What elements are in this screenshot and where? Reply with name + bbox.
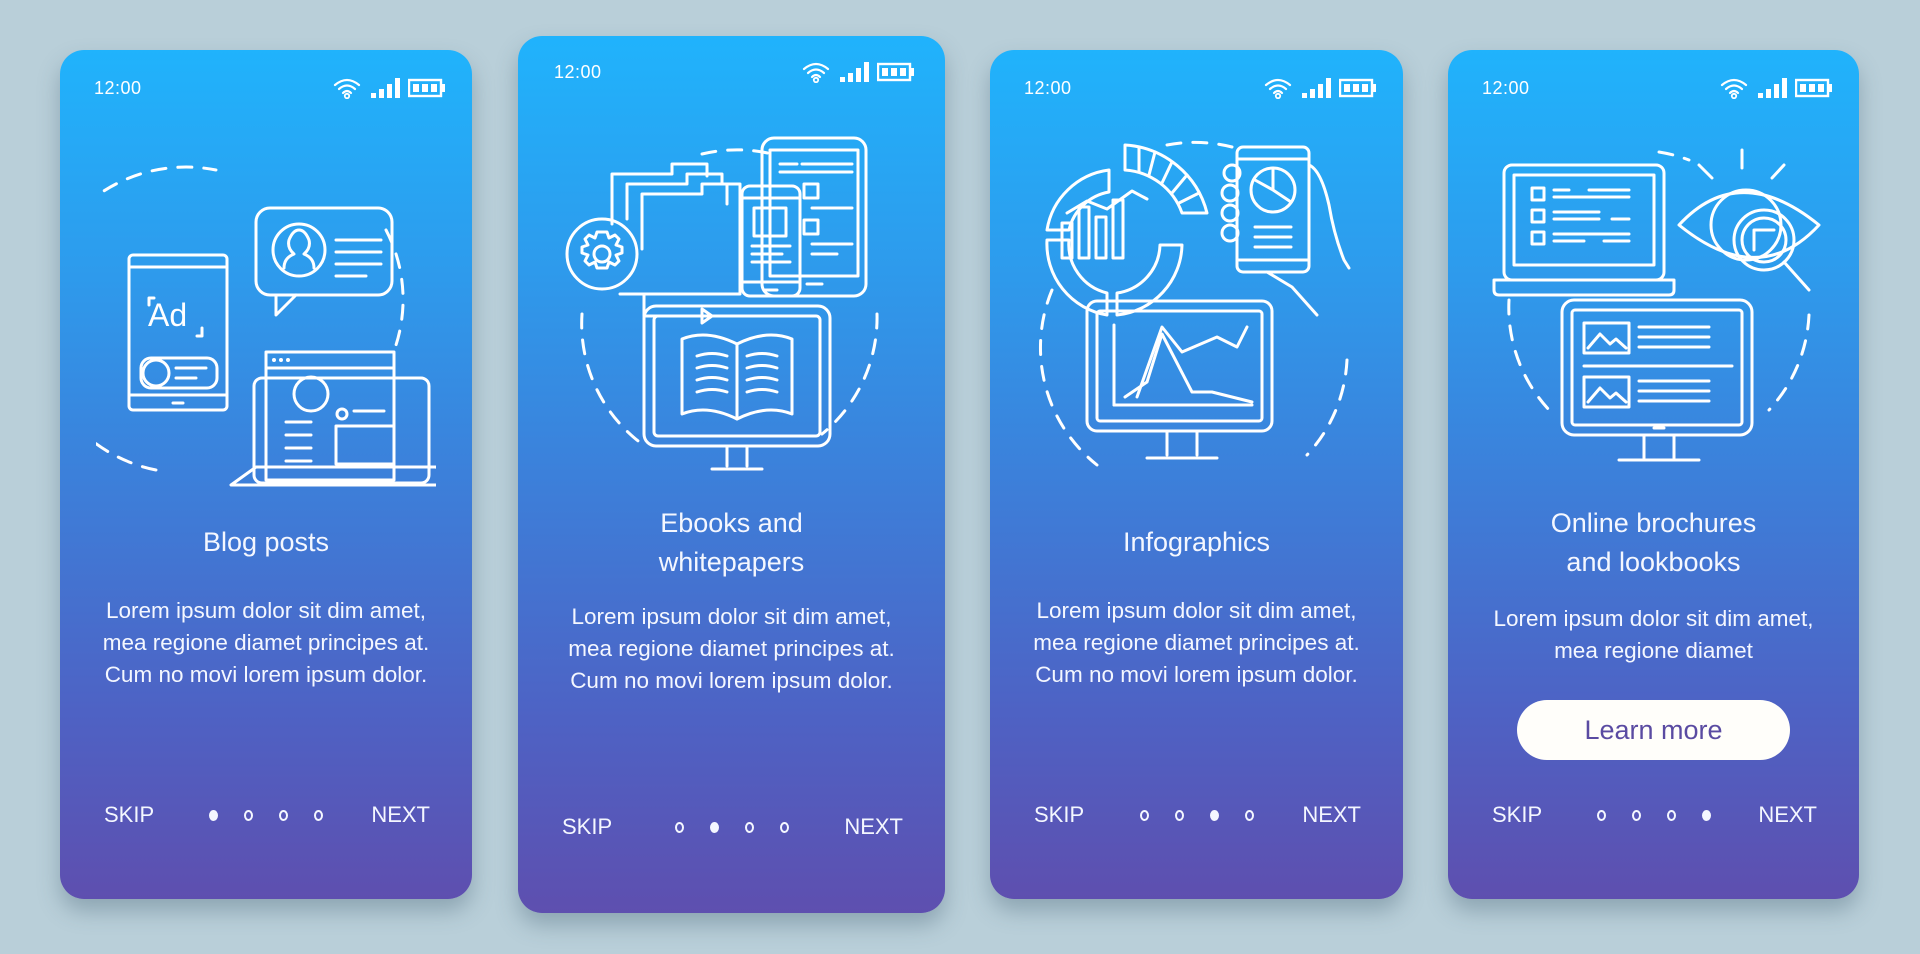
blog-posts-icon: Ad — [96, 165, 436, 487]
page-dot-2[interactable] — [709, 821, 719, 833]
page-dot-3[interactable] — [1666, 809, 1676, 821]
onboarding-screen-blog-posts: 12:00 Ad Blog posts Lorem ipsum dolor si… — [60, 50, 472, 899]
svg-text:Ad: Ad — [148, 297, 187, 333]
skip-button[interactable]: SKIP — [1492, 802, 1542, 828]
screen-title: Online brochures and lookbooks — [1550, 508, 1757, 577]
skip-button[interactable]: SKIP — [1034, 802, 1084, 828]
next-button[interactable]: NEXT — [371, 802, 430, 828]
battery-icon — [408, 78, 445, 98]
page-indicator — [674, 821, 789, 833]
page-dot-2[interactable] — [1631, 809, 1641, 821]
page-dot-1[interactable] — [209, 809, 218, 821]
page-indicator — [1139, 809, 1254, 821]
screen-description: Lorem ipsum dolor sit dim amet, mea regi… — [568, 604, 895, 693]
next-button[interactable]: NEXT — [1758, 802, 1817, 828]
onboarding-screen-brochures: 12:00 Online brochures and lookbooks Lor… — [1448, 50, 1859, 899]
screen-title: Blog posts — [202, 527, 330, 557]
page-indicator — [1596, 809, 1711, 821]
next-button[interactable]: NEXT — [844, 814, 903, 840]
onboarding-nav: SKIP NEXT — [60, 800, 472, 830]
ebooks-icon — [565, 136, 879, 471]
page-dot-1[interactable] — [674, 821, 684, 833]
screen-title: Ebooks and whitepapers — [658, 508, 805, 577]
onboarding-screen-infographics: 12:00 Infographics Lorem ipsum dolor sit… — [990, 50, 1403, 899]
screen-description: Lorem ipsum dolor sit dim amet, mea regi… — [1493, 606, 1814, 663]
status-bar: 12:00 — [94, 76, 446, 100]
page-indicator — [209, 809, 323, 821]
onboarding-screen-ebooks: 12:00 Ebooks and whitepapers Lorem ipsum… — [518, 36, 945, 913]
page-dot-4[interactable] — [1244, 809, 1254, 821]
page-dot-1[interactable] — [1139, 809, 1149, 821]
signal-icon — [1758, 78, 1787, 98]
onboarding-nav: SKIP NEXT — [990, 800, 1403, 830]
signal-icon — [371, 78, 400, 98]
ebooks-whitepapers-illustration — [518, 116, 945, 496]
page-dot-2[interactable] — [1174, 809, 1184, 821]
infographics-icon — [1038, 140, 1350, 467]
infographics-illustration — [990, 130, 1403, 510]
status-bar: 12:00 — [554, 60, 915, 84]
wifi-icon — [1264, 78, 1292, 99]
screen-description: Lorem ipsum dolor sit dim amet, mea regi… — [102, 598, 430, 687]
page-dot-3[interactable] — [744, 821, 754, 833]
learn-more-button[interactable]: Learn more — [1517, 700, 1790, 760]
signal-icon — [1302, 78, 1331, 98]
status-time: 12:00 — [94, 77, 142, 98]
screen-description: Lorem ipsum dolor sit dim amet, mea regi… — [1033, 598, 1360, 687]
wifi-icon — [802, 62, 830, 83]
wifi-icon — [333, 78, 361, 99]
page-dot-1[interactable] — [1596, 809, 1606, 821]
page-dot-4[interactable] — [1701, 809, 1711, 821]
page-dot-3[interactable] — [1209, 809, 1219, 821]
screen-title: Infographics — [1122, 527, 1271, 557]
status-time: 12:00 — [554, 61, 602, 82]
page-dot-4[interactable] — [314, 809, 323, 821]
status-time: 12:00 — [1482, 77, 1530, 98]
page-dot-4[interactable] — [779, 821, 789, 833]
battery-icon — [1339, 78, 1376, 98]
status-bar: 12:00 — [1482, 76, 1833, 100]
wifi-icon — [1720, 78, 1748, 99]
skip-button[interactable]: SKIP — [104, 802, 154, 828]
signal-icon — [840, 62, 869, 82]
next-button[interactable]: NEXT — [1302, 802, 1361, 828]
battery-icon — [1795, 78, 1832, 98]
onboarding-nav: SKIP NEXT — [1448, 800, 1859, 830]
page-dot-3[interactable] — [279, 809, 288, 821]
page-dot-2[interactable] — [244, 809, 253, 821]
brochures-icon — [1492, 148, 1820, 462]
status-time: 12:00 — [1024, 77, 1072, 98]
brochures-lookbooks-illustration — [1448, 130, 1859, 510]
onboarding-nav: SKIP NEXT — [518, 812, 945, 842]
blog-posts-illustration: Ad — [60, 130, 472, 510]
skip-button[interactable]: SKIP — [562, 814, 612, 840]
status-bar: 12:00 — [1024, 76, 1377, 100]
battery-icon — [877, 62, 914, 82]
